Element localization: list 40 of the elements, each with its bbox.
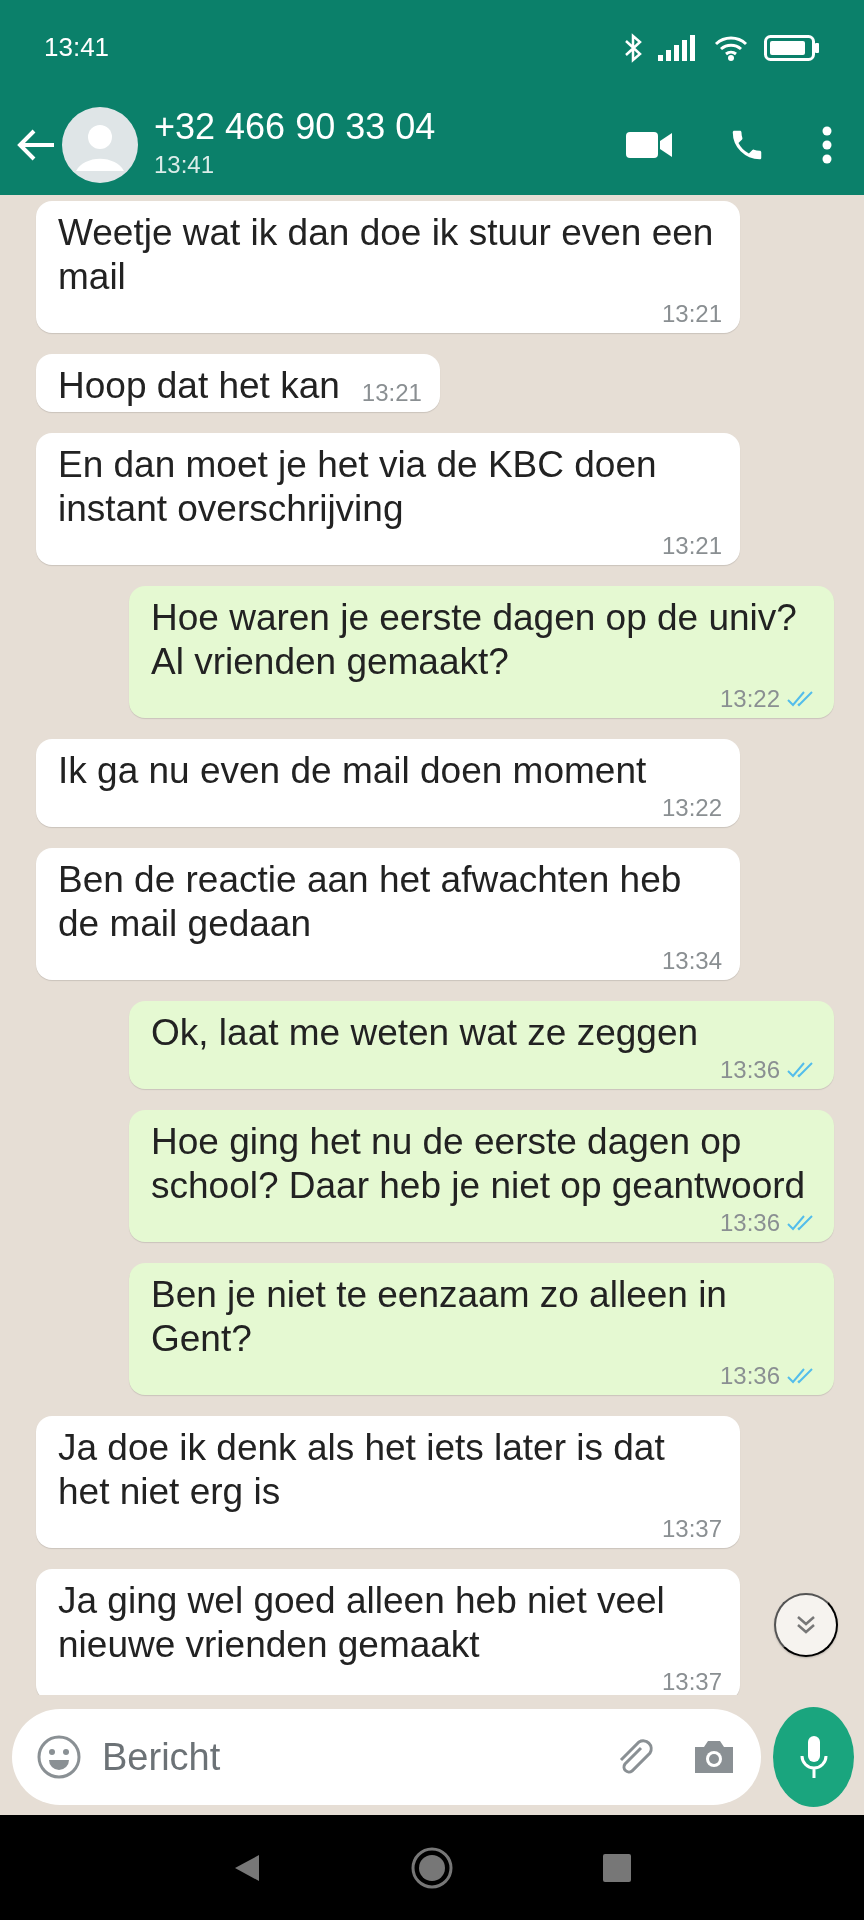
message-text: Ben de reactie aan het afwachten heb de mail gedaan bbox=[58, 858, 683, 946]
recents-button[interactable] bbox=[603, 1853, 631, 1882]
video-call-button[interactable] bbox=[626, 130, 672, 160]
status-time: 13:41 bbox=[44, 31, 110, 64]
message-text: Ja ging wel goed alleen heb niet veel nieuwe vrienden gemaakt bbox=[58, 1579, 666, 1667]
message-time: 13:21 bbox=[661, 531, 722, 561]
emoji-icon[interactable] bbox=[36, 1734, 82, 1780]
wifi-icon bbox=[714, 34, 748, 61]
message-field[interactable]: Bericht bbox=[12, 1709, 761, 1805]
message-time: 13:36 bbox=[719, 1361, 780, 1391]
contact-name[interactable]: +32 466 90 33 04 bbox=[154, 107, 626, 147]
last-seen: 13:41 bbox=[154, 149, 216, 180]
message-time: 13:36 bbox=[719, 1208, 780, 1238]
scroll-down-button[interactable] bbox=[774, 1593, 838, 1657]
message-time: 13:22 bbox=[661, 793, 722, 823]
bluetooth-icon bbox=[624, 32, 642, 63]
message-time: 13:36 bbox=[719, 1055, 780, 1085]
battery-icon bbox=[764, 34, 820, 61]
message-input[interactable]: Bericht bbox=[100, 1727, 593, 1787]
message-text: Hoop dat het kan bbox=[58, 364, 340, 408]
message-time: 13:21 bbox=[661, 299, 722, 329]
message-text: En dan moet je het via de KBC doen instant overschrijving bbox=[58, 443, 658, 531]
message-time: 13:37 bbox=[661, 1667, 722, 1695]
microphone-icon bbox=[798, 1734, 829, 1780]
message-text: Ik ga nu even de mail doen moment bbox=[58, 749, 647, 793]
message-time: 13:22 bbox=[719, 684, 780, 714]
back-nav-button[interactable] bbox=[233, 1852, 261, 1883]
message-text: Ok, laat me weten wat ze zeggen bbox=[151, 1011, 699, 1055]
message-text: Ja doe ik denk als het iets later is dat het niet erg is bbox=[58, 1426, 666, 1514]
signal-icon bbox=[658, 34, 698, 61]
home-button[interactable] bbox=[411, 1846, 453, 1889]
avatar-icon[interactable] bbox=[62, 107, 138, 183]
message-time: 13:21 bbox=[361, 378, 422, 408]
message-text: Ben je niet te eenzaam zo alleen in Gent? bbox=[151, 1273, 728, 1361]
menu-button[interactable] bbox=[822, 126, 832, 164]
message-text: Hoe waren je eerste dagen op de univ? Al vrienden gemaakt? bbox=[151, 596, 798, 684]
message-time: 13:34 bbox=[661, 946, 722, 976]
message-time: 13:37 bbox=[661, 1514, 722, 1544]
message-text: Weetje wat ik dan doe ik stuur even een mail bbox=[58, 211, 715, 299]
message-text: Hoe ging het nu de eerste dagen op school? Daar heb je niet op geantwoord bbox=[151, 1120, 807, 1208]
